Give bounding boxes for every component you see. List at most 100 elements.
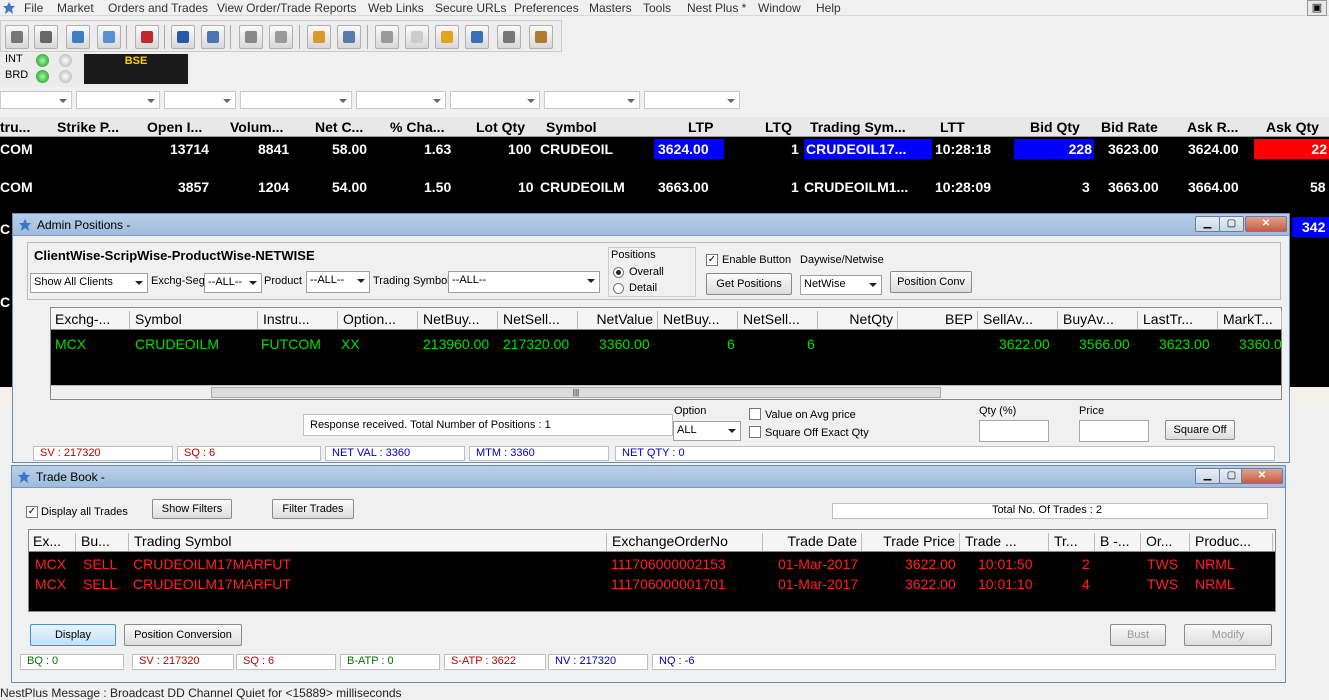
menu-help[interactable]: Help: [816, 1, 841, 15]
tool-coins-icon[interactable]: [435, 25, 459, 49]
col-open-interest[interactable]: Open I...: [147, 119, 202, 135]
scroll-thumb[interactable]: |||: [211, 387, 941, 398]
close-button[interactable]: ✕: [1245, 216, 1287, 232]
menu-window[interactable]: Window: [758, 1, 801, 15]
restore-app-button[interactable]: ▣: [1307, 0, 1327, 16]
tool-tools-icon[interactable]: [529, 25, 553, 49]
netwise-select[interactable]: NetWise: [800, 275, 882, 295]
tool-monitor-icon[interactable]: [66, 25, 90, 49]
filter-select-3[interactable]: [164, 91, 236, 109]
pcol-netbuy-qty[interactable]: NetBuy...: [659, 311, 738, 329]
pcol-symbol[interactable]: Symbol: [131, 311, 258, 329]
maximize-button[interactable]: ▢: [1219, 216, 1244, 232]
filter-select-5[interactable]: [356, 91, 446, 109]
filter-select-2[interactable]: [76, 91, 160, 109]
pcol-buyavg[interactable]: BuyAv...: [1059, 311, 1138, 329]
tcol-trade-qty[interactable]: Tr...: [1050, 533, 1095, 551]
filter-select-4[interactable]: [240, 91, 352, 109]
product-select[interactable]: --ALL--: [306, 271, 370, 293]
menu-orders-trades[interactable]: Orders and Trades: [108, 1, 208, 15]
tcol-trade-price[interactable]: Trade Price: [863, 533, 960, 551]
col-net-change[interactable]: Net C...: [315, 119, 363, 135]
tool-book-icon[interactable]: [171, 25, 195, 49]
pcol-lasttr[interactable]: LastTr...: [1139, 311, 1218, 329]
show-filters-button[interactable]: Show Filters: [152, 499, 232, 519]
tool-table-icon[interactable]: [201, 25, 225, 49]
tool-search-icon[interactable]: [269, 25, 293, 49]
positions-hscrollbar[interactable]: |||: [51, 385, 1281, 399]
col-pct-change[interactable]: % Cha...: [390, 119, 444, 135]
col-trading-symbol[interactable]: Trading Sym...: [810, 119, 906, 135]
tcol-buysell[interactable]: Bu...: [77, 533, 129, 551]
tcol-trade-date[interactable]: Trade Date: [764, 533, 862, 551]
menu-market[interactable]: Market: [57, 1, 94, 15]
tool-document-icon[interactable]: [375, 25, 399, 49]
tcol-product[interactable]: Produc...: [1191, 533, 1273, 551]
pcol-netsell[interactable]: NetSell...: [499, 311, 578, 329]
pcol-netbuy[interactable]: NetBuy...: [419, 311, 498, 329]
filter-select-7[interactable]: [544, 91, 640, 109]
menu-web-links[interactable]: Web Links: [368, 1, 424, 15]
market-row[interactable]: COM 13714 8841 58.00 1.63 100 CRUDEOIL 3…: [0, 137, 1329, 163]
market-row[interactable]: COM 3857 1204 54.00 1.50 10 CRUDEOILM 36…: [0, 175, 1329, 201]
option-select[interactable]: ALL: [673, 421, 741, 441]
display-button[interactable]: Display: [30, 624, 116, 646]
modify-button[interactable]: Modify: [1184, 624, 1272, 646]
menu-preferences[interactable]: Preferences: [514, 1, 579, 15]
menu-nest-plus[interactable]: Nest Plus *: [687, 1, 746, 15]
tool-settings-icon[interactable]: [34, 25, 58, 49]
bust-button[interactable]: Bust: [1110, 624, 1166, 646]
tool-report-icon[interactable]: [337, 25, 361, 49]
pcol-netvalue[interactable]: NetValue: [579, 311, 658, 329]
minimize-button[interactable]: ▁: [1195, 468, 1220, 484]
col-ltt[interactable]: LTT: [940, 119, 965, 135]
menu-view-reports[interactable]: View Order/Trade Reports: [217, 1, 356, 15]
position-conv-button[interactable]: Position Conv: [890, 271, 972, 293]
col-ltp[interactable]: LTP: [688, 119, 713, 135]
col-bid-qty[interactable]: Bid Qty: [1030, 119, 1080, 135]
tool-blank-icon[interactable]: [405, 25, 429, 49]
pcol-instrument[interactable]: Instru...: [259, 311, 338, 329]
clients-select[interactable]: Show All Clients: [30, 273, 148, 293]
filter-select-8[interactable]: [644, 91, 740, 109]
display-all-trades-checkbox[interactable]: ✓: [26, 506, 38, 518]
col-strike[interactable]: Strike P...: [57, 119, 119, 135]
pcol-netsell-qty[interactable]: NetSell...: [739, 311, 818, 329]
minimize-button[interactable]: ▁: [1195, 216, 1220, 232]
col-volume[interactable]: Volum...: [230, 119, 283, 135]
pcol-exchg[interactable]: Exchg-...: [51, 311, 130, 329]
square-off-exact-checkbox[interactable]: [749, 426, 761, 438]
tool-screen-icon[interactable]: [97, 25, 121, 49]
pcol-option[interactable]: Option...: [339, 311, 418, 329]
pcol-markt[interactable]: MarkT...: [1219, 311, 1282, 329]
tcol-trading-symbol[interactable]: Trading Symbol: [130, 533, 607, 551]
col-symbol[interactable]: Symbol: [546, 119, 597, 135]
trade-row[interactable]: MCX SELL CRUDEOILM17MARFUT 1117060000017…: [29, 574, 1275, 594]
qty-input[interactable]: [979, 420, 1049, 442]
col-bid-rate[interactable]: Bid Rate: [1101, 119, 1158, 135]
tcol-order-type[interactable]: Or...: [1142, 533, 1190, 551]
pcol-sellavg[interactable]: SellAv...: [979, 311, 1058, 329]
detail-radio[interactable]: [613, 283, 624, 294]
pcol-bep[interactable]: BEP: [899, 311, 978, 329]
tcol-exchange-order-no[interactable]: ExchangeOrderNo: [608, 533, 763, 551]
tcol-trade-time[interactable]: Trade ...: [961, 533, 1049, 551]
col-ltq[interactable]: LTQ: [765, 119, 792, 135]
tool-clipboard-icon[interactable]: [497, 25, 521, 49]
menu-file[interactable]: File: [24, 1, 43, 15]
col-ask-qty[interactable]: Ask Qty: [1266, 119, 1319, 135]
price-input[interactable]: [1079, 420, 1149, 442]
value-on-avg-checkbox[interactable]: [749, 408, 761, 420]
menu-masters[interactable]: Masters: [589, 1, 632, 15]
get-positions-button[interactable]: Get Positions: [706, 273, 792, 295]
menu-tools[interactable]: Tools: [643, 1, 671, 15]
position-conversion-button[interactable]: Position Conversion: [124, 624, 242, 646]
tool-binoculars-icon[interactable]: [5, 25, 29, 49]
position-row[interactable]: MCX CRUDEOILM FUTCOM XX 213960.00 217320…: [51, 332, 1282, 354]
overall-radio[interactable]: [613, 267, 624, 278]
trading-symbol-select[interactable]: --ALL--: [448, 271, 600, 293]
tool-notebook-icon[interactable]: [307, 25, 331, 49]
pcol-netqty[interactable]: NetQty: [819, 311, 898, 329]
filter-trades-button[interactable]: Filter Trades: [272, 499, 354, 519]
tool-exchange-icon[interactable]: [239, 25, 263, 49]
